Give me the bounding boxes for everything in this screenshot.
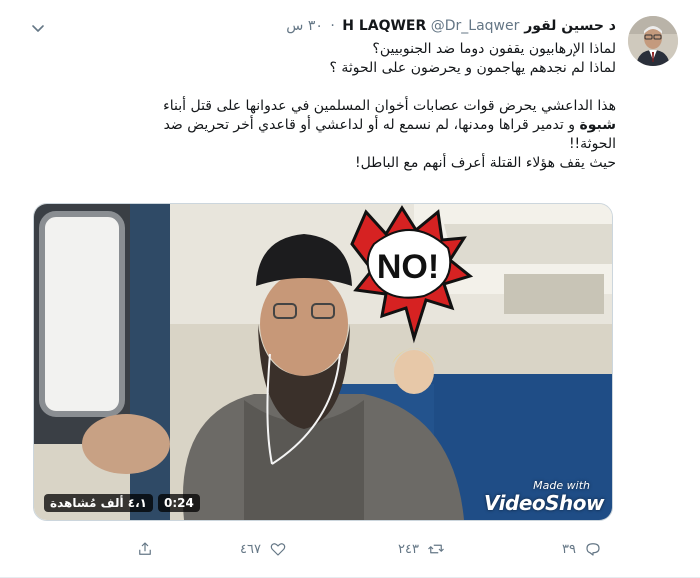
reply-count: ٣٩ (562, 541, 576, 557)
reply-button[interactable]: ٣٩ (562, 537, 602, 561)
tweet-line: الحوثة!! (568, 136, 616, 152)
sticker-text: NO! (377, 248, 439, 286)
avatar[interactable] (628, 16, 678, 66)
separator-dot: · (330, 18, 335, 34)
retweet-button[interactable]: ٢٤٣ (398, 537, 445, 561)
watermark: Made with VideoShow (484, 480, 604, 515)
view-count: ٤،١ ألف مُشاهدة (44, 494, 153, 512)
user-handle[interactable]: @Dr_Laqwer (431, 18, 520, 34)
timestamp[interactable]: ٣٠ س (286, 18, 323, 34)
reply-icon (586, 543, 600, 556)
tweet-text: لماذا الإرهابيون يقفون دوما ضد الجنوبيين… (36, 40, 616, 173)
tweet-line-rest: و تدمير قراها ومدنها، لم نسمع له أو لداع… (163, 117, 580, 133)
tweet-actions: ٣٩ ٢٤٣ ٤٦٧ (0, 533, 700, 565)
chevron-down-icon[interactable] (30, 20, 46, 36)
like-count: ٤٦٧ (240, 541, 261, 557)
tweet-header: د حسين لقور H LAQWER @Dr_Laqwer · ٣٠ س (286, 16, 616, 36)
video-player[interactable]: NO! 0:24 ٤،١ ألف مُشاهدة Made with Video… (33, 203, 613, 521)
watermark-large: VideoShow (484, 491, 604, 515)
like-button[interactable]: ٤٦٧ (240, 537, 287, 561)
tweet-card[interactable]: د حسين لقور H LAQWER @Dr_Laqwer · ٣٠ س ل… (0, 0, 700, 578)
hashtag-word: شبوة (579, 117, 616, 133)
retweet-count: ٢٤٣ (398, 541, 419, 557)
tweet-line: لماذا الإرهابيون يقفون دوما ضد الجنوبيين… (372, 41, 616, 57)
tweet-line: حيث يقف هؤلاء القتلة أعرف أنهم مع الباطل… (354, 155, 616, 171)
share-button[interactable] (128, 537, 154, 561)
tweet-line: شبوة و تدمير قراها ومدنها، لم نسمع له أو… (36, 116, 616, 135)
avatar-image (628, 16, 678, 66)
retweet-icon (428, 544, 444, 554)
video-duration: 0:24 (158, 494, 200, 512)
video-frame: NO! (34, 204, 612, 520)
share-icon (139, 542, 151, 555)
heart-icon (270, 543, 286, 556)
line-break (36, 78, 616, 97)
tweet-line: لماذا لم نجدهم يهاجمون و يحرضون على الحو… (329, 60, 616, 76)
tweet-line: هذا الداعشي يحرض قوات عصابات أخوان المسل… (163, 98, 616, 114)
